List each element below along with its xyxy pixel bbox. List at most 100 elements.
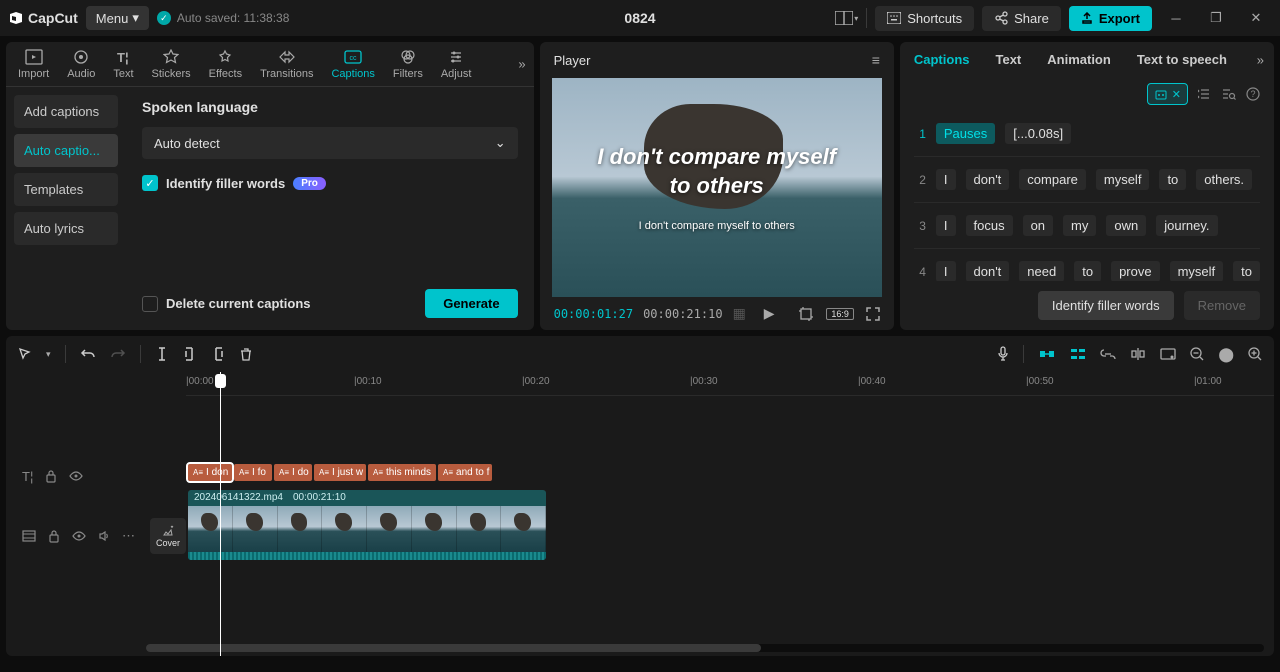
tab-captions[interactable]: ccCaptions bbox=[331, 48, 374, 80]
delete-icon[interactable] bbox=[239, 347, 253, 361]
tab-animation[interactable]: Animation bbox=[1047, 52, 1111, 67]
redo-icon[interactable] bbox=[110, 347, 126, 361]
split-left-icon[interactable] bbox=[183, 346, 197, 362]
tab-stickers[interactable]: Stickers bbox=[152, 48, 191, 80]
help-icon[interactable]: ? bbox=[1246, 87, 1260, 101]
word-chip[interactable]: don't bbox=[966, 261, 1010, 281]
identify-filler-checkbox[interactable]: ✓ bbox=[142, 175, 158, 191]
word-chip[interactable]: others. bbox=[1196, 169, 1252, 190]
sidebar-item[interactable]: Auto captio... bbox=[14, 134, 118, 167]
expand-icon[interactable]: » bbox=[518, 57, 525, 72]
word-chip[interactable]: I bbox=[936, 169, 956, 190]
cover-button[interactable]: Cover bbox=[150, 518, 186, 554]
delete-captions-checkbox[interactable] bbox=[142, 296, 158, 312]
word-chip[interactable]: I bbox=[936, 261, 956, 281]
sidebar-item[interactable]: Templates bbox=[14, 173, 118, 206]
menu-button[interactable]: Menu ▾ bbox=[86, 6, 149, 30]
fullscreen-icon[interactable] bbox=[866, 307, 880, 321]
ai-tool-button[interactable]: ✕ bbox=[1147, 83, 1188, 105]
tab-text[interactable]: Text bbox=[996, 52, 1022, 67]
word-chip[interactable]: to bbox=[1159, 169, 1186, 190]
more-icon[interactable]: ⋯ bbox=[122, 528, 135, 544]
tab-transitions[interactable]: Transitions bbox=[260, 48, 313, 80]
lock-icon[interactable] bbox=[48, 529, 60, 543]
expand-icon[interactable]: » bbox=[1257, 52, 1264, 67]
align-icon[interactable] bbox=[1130, 347, 1146, 361]
video-clip[interactable]: 202406141322.mp4 00:00:21:10 bbox=[188, 490, 546, 560]
word-chip[interactable]: on bbox=[1023, 215, 1053, 236]
caption-clip[interactable]: A≡and to f bbox=[438, 464, 492, 481]
zoom-in-icon[interactable] bbox=[1248, 347, 1262, 361]
word-chip[interactable]: myself bbox=[1096, 169, 1150, 190]
crop-icon[interactable] bbox=[798, 306, 814, 322]
pointer-tool-icon[interactable] bbox=[18, 347, 32, 361]
word-chip[interactable]: to bbox=[1233, 261, 1260, 281]
split-icon[interactable] bbox=[155, 346, 169, 362]
timeline-ruler[interactable]: |00:00|00:10|00:20|00:30|00:40|00:50|01:… bbox=[186, 372, 1274, 396]
tab-text[interactable]: T¦Text bbox=[113, 48, 133, 80]
word-chip[interactable]: myself bbox=[1170, 261, 1224, 281]
word-chip[interactable]: journey. bbox=[1156, 215, 1217, 236]
search-list-icon[interactable] bbox=[1222, 87, 1236, 101]
sidebar-item[interactable]: Auto lyrics bbox=[14, 212, 118, 245]
mic-icon[interactable] bbox=[997, 346, 1009, 362]
caption-row[interactable]: 1Pauses[...0.08s] bbox=[914, 111, 1260, 157]
magnet-main-icon[interactable] bbox=[1038, 347, 1056, 361]
tab-filters[interactable]: Filters bbox=[393, 48, 423, 80]
tab-adjust[interactable]: Adjust bbox=[441, 48, 472, 80]
export-button[interactable]: Export bbox=[1069, 6, 1152, 31]
link-icon[interactable] bbox=[1100, 349, 1116, 359]
caption-row[interactable]: 2Idon'tcomparemyselftoothers. bbox=[914, 157, 1260, 203]
magnet-track-icon[interactable] bbox=[1070, 347, 1086, 361]
scrollbar-thumb[interactable] bbox=[146, 644, 761, 652]
tab-text-to-speech[interactable]: Text to speech bbox=[1137, 52, 1227, 67]
caption-clip[interactable]: A≡I just w bbox=[314, 464, 366, 481]
line-spacing-icon[interactable] bbox=[1198, 87, 1212, 101]
caption-clip[interactable]: A≡I fo bbox=[234, 464, 272, 481]
zoom-slider-handle[interactable]: ⬤ bbox=[1218, 346, 1234, 363]
caption-row[interactable]: 4Idon'tneedtoprovemyselfto bbox=[914, 249, 1260, 281]
player-viewport[interactable]: I don't compare myselfto others I don't … bbox=[552, 78, 882, 297]
video-track-icon[interactable] bbox=[22, 530, 36, 542]
word-chip[interactable]: I bbox=[936, 215, 956, 236]
word-chip[interactable]: focus bbox=[966, 215, 1013, 236]
share-button[interactable]: Share bbox=[982, 6, 1061, 31]
sidebar-item[interactable]: Add captions bbox=[14, 95, 118, 128]
eye-icon[interactable] bbox=[69, 471, 83, 481]
word-chip[interactable]: prove bbox=[1111, 261, 1160, 281]
layout-icon[interactable]: ▾ bbox=[835, 11, 858, 25]
zoom-out-icon[interactable] bbox=[1190, 347, 1204, 361]
eye-icon[interactable] bbox=[72, 531, 86, 541]
playhead[interactable] bbox=[220, 372, 221, 656]
remove-button[interactable]: Remove bbox=[1184, 291, 1260, 320]
tab-audio[interactable]: Audio bbox=[67, 48, 95, 80]
close-button[interactable]: ✕ bbox=[1240, 4, 1272, 32]
timeline-scrollbar[interactable] bbox=[146, 644, 1264, 652]
caption-clip[interactable]: A≡I don bbox=[188, 464, 232, 481]
undo-icon[interactable] bbox=[80, 347, 96, 361]
split-right-icon[interactable] bbox=[211, 346, 225, 362]
word-chip[interactable]: don't bbox=[966, 169, 1010, 190]
generate-button[interactable]: Generate bbox=[425, 289, 517, 318]
language-select[interactable]: Auto detect ⌄ bbox=[142, 127, 518, 159]
tab-captions[interactable]: Captions bbox=[914, 52, 970, 67]
minimize-button[interactable]: ─ bbox=[1160, 4, 1192, 32]
word-chip[interactable]: my bbox=[1063, 215, 1096, 236]
word-chip[interactable]: own bbox=[1106, 215, 1146, 236]
aspect-ratio-button[interactable]: 16:9 bbox=[826, 308, 854, 320]
text-track-icon[interactable]: T¦ bbox=[22, 469, 33, 484]
caption-row[interactable]: 3Ifocusonmyownjourney. bbox=[914, 203, 1260, 249]
maximize-button[interactable]: ❐ bbox=[1200, 4, 1232, 32]
tab-effects[interactable]: Effects bbox=[209, 48, 242, 80]
word-chip[interactable]: [...0.08s] bbox=[1005, 123, 1071, 144]
player-menu-icon[interactable]: ≡ bbox=[872, 52, 880, 68]
timeline[interactable]: |00:00|00:10|00:20|00:30|00:40|00:50|01:… bbox=[6, 372, 1274, 656]
caption-clip[interactable]: A≡I do bbox=[274, 464, 312, 481]
identify-filler-button[interactable]: Identify filler words bbox=[1038, 291, 1174, 320]
word-chip[interactable]: need bbox=[1019, 261, 1064, 281]
grid-icon[interactable]: ▦ bbox=[733, 305, 746, 322]
pointer-dropdown-icon[interactable]: ▾ bbox=[46, 349, 51, 360]
mute-icon[interactable] bbox=[98, 530, 110, 542]
shortcuts-button[interactable]: Shortcuts bbox=[875, 6, 974, 31]
word-chip[interactable]: Pauses bbox=[936, 123, 995, 144]
